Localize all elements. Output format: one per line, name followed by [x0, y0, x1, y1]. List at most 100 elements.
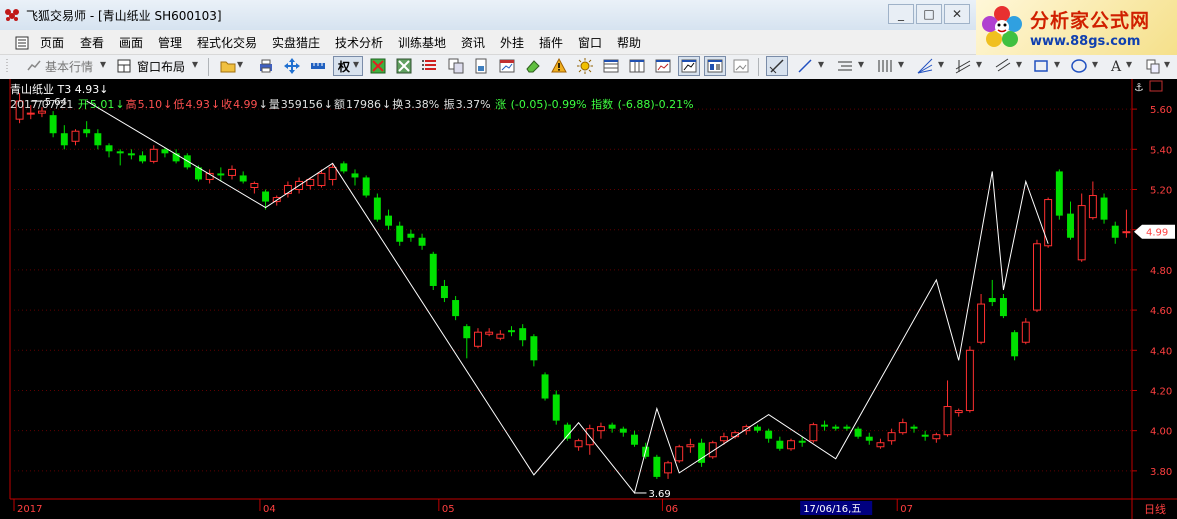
open-folder-dropdown-icon[interactable]: ▾: [237, 57, 243, 71]
candle-body-up: [1044, 199, 1053, 247]
fan-lines-dropdown-icon[interactable]: ▾: [938, 57, 944, 71]
candle-body-down: [351, 173, 359, 178]
text-tool-icon[interactable]: A: [1108, 57, 1126, 75]
copy-icon[interactable]: [447, 57, 465, 75]
ruler-icon[interactable]: [309, 57, 327, 75]
ellipse-icon[interactable]: [1070, 57, 1088, 75]
menu-info[interactable]: 资讯: [461, 34, 485, 51]
amount-value: 17986: [346, 98, 381, 111]
candle-body-down: [1067, 213, 1074, 238]
crosshair-move-icon[interactable]: [283, 57, 301, 75]
candle-body-up: [876, 442, 885, 448]
parallel-lines-icon[interactable]: [994, 57, 1012, 75]
menu-plugin-ext[interactable]: 外挂: [500, 34, 524, 51]
candle-body-down: [429, 253, 437, 286]
candle-body-down: [139, 155, 147, 162]
menu-help[interactable]: 帮助: [617, 34, 641, 51]
open-folder-icon[interactable]: [219, 57, 237, 75]
candle-body-down: [239, 175, 247, 182]
fan-lines-icon[interactable]: [916, 57, 934, 75]
menu-training[interactable]: 训练基地: [398, 34, 446, 51]
candle-body-down: [94, 133, 102, 146]
rectangle-dropdown-icon[interactable]: ▾: [1054, 57, 1060, 71]
kline-chart[interactable]: 5.605.405.205.004.804.604.404.204.003.80…: [0, 79, 1177, 519]
menu-window[interactable]: 窗口: [578, 34, 602, 51]
open-label: 开: [77, 98, 89, 111]
rectangle-icon[interactable]: [1032, 57, 1050, 75]
warning-icon[interactable]: [550, 57, 568, 75]
candle-body-up: [574, 440, 583, 448]
close-button[interactable]: ✕: [944, 4, 970, 24]
vertical-lines-icon[interactable]: [876, 57, 894, 75]
menu-technical-analysis[interactable]: 技术分析: [335, 34, 383, 51]
current-price-label: 4.99: [1146, 228, 1168, 239]
change-value: (-0.05)-0.99%: [510, 98, 587, 111]
trend-line-icon[interactable]: [796, 57, 814, 75]
candle-body-down: [843, 426, 851, 429]
price-axis: 5.605.405.205.004.804.604.404.204.003.80…: [1132, 80, 1175, 478]
eraser-icon[interactable]: [524, 57, 542, 75]
svg-text:A: A: [1110, 59, 1122, 75]
more-tools-icon[interactable]: [1144, 57, 1162, 75]
chart-window-icon[interactable]: [498, 57, 516, 75]
ellipse-dropdown-icon[interactable]: ▾: [1092, 57, 1098, 71]
text-tool-dropdown-icon[interactable]: ▾: [1126, 57, 1132, 71]
print-icon[interactable]: [257, 57, 275, 75]
menu-plugins[interactable]: 插件: [539, 34, 563, 51]
candle-body-down: [440, 285, 448, 299]
more-tools-dropdown-icon[interactable]: ▾: [1164, 57, 1170, 71]
basic-quote-dropdown-icon[interactable]: ▾: [100, 57, 106, 71]
indicator-red-icon[interactable]: [369, 57, 387, 75]
anchor-icon: ⚓: [1134, 81, 1144, 94]
maximize-button[interactable]: □: [916, 4, 942, 24]
grid-window-icon[interactable]: [602, 57, 620, 75]
draw-line-icon[interactable]: [768, 57, 786, 75]
horizontal-lines-dropdown-icon[interactable]: ▾: [858, 57, 864, 71]
horizontal-lines-icon[interactable]: [836, 57, 854, 75]
document-menu-icon[interactable]: [15, 36, 29, 50]
line-chart-window-icon[interactable]: [654, 57, 672, 75]
menu-program-trading[interactable]: 程式化交易: [197, 34, 257, 51]
channel-lines-dropdown-icon[interactable]: ▾: [976, 57, 982, 71]
image-window-icon[interactable]: [732, 57, 750, 75]
parallel-lines-dropdown-icon[interactable]: ▾: [1016, 57, 1022, 71]
channel-lines-icon[interactable]: [954, 57, 972, 75]
vertical-lines-dropdown-icon[interactable]: ▾: [898, 57, 904, 71]
candle-body-down: [530, 336, 538, 361]
candle-body-down: [508, 330, 515, 333]
candle-body-up: [977, 303, 986, 343]
candle-body-down: [161, 149, 169, 154]
candle-body-up: [809, 424, 818, 442]
minimize-button[interactable]: _: [888, 4, 914, 24]
candle-body-up: [954, 410, 963, 414]
basic-quote-button[interactable]: 基本行情: [45, 58, 93, 75]
list-icon[interactable]: [421, 57, 439, 75]
candle-body-up: [664, 462, 672, 474]
document-icon[interactable]: [472, 57, 490, 75]
trend-window-icon[interactable]: [680, 57, 698, 75]
candle-body-down: [1100, 197, 1108, 220]
menu-screen[interactable]: 画面: [119, 34, 143, 51]
multi-window-icon[interactable]: [706, 57, 724, 75]
high-value: 5.10: [137, 98, 163, 111]
sun-settings-icon[interactable]: [576, 57, 594, 75]
window-layout-button[interactable]: 窗口布局: [137, 58, 185, 75]
menu-live-hunting[interactable]: 实盘猎庄: [272, 34, 320, 51]
candle-body-down: [865, 436, 873, 441]
table-window-icon[interactable]: [628, 57, 646, 75]
candle-body-up: [1088, 195, 1097, 219]
annotation-label: 3.69: [648, 489, 670, 500]
rights-button[interactable]: 权: [338, 58, 350, 75]
indicator-gray-icon[interactable]: [395, 57, 413, 75]
menu-page[interactable]: 页面: [40, 34, 64, 51]
x-tick-label: 2017: [17, 504, 42, 515]
window-layout-dropdown-icon[interactable]: ▾: [192, 57, 198, 71]
menu-view[interactable]: 查看: [80, 34, 104, 51]
trend-line-dropdown-icon[interactable]: ▾: [818, 57, 824, 71]
menu-manage[interactable]: 管理: [158, 34, 182, 51]
candle-body-down: [988, 298, 996, 303]
candle-body-down: [105, 145, 113, 152]
rights-dropdown-icon[interactable]: ▾: [353, 57, 359, 71]
candle-body-down: [999, 298, 1007, 317]
candle-body-down: [832, 426, 840, 429]
